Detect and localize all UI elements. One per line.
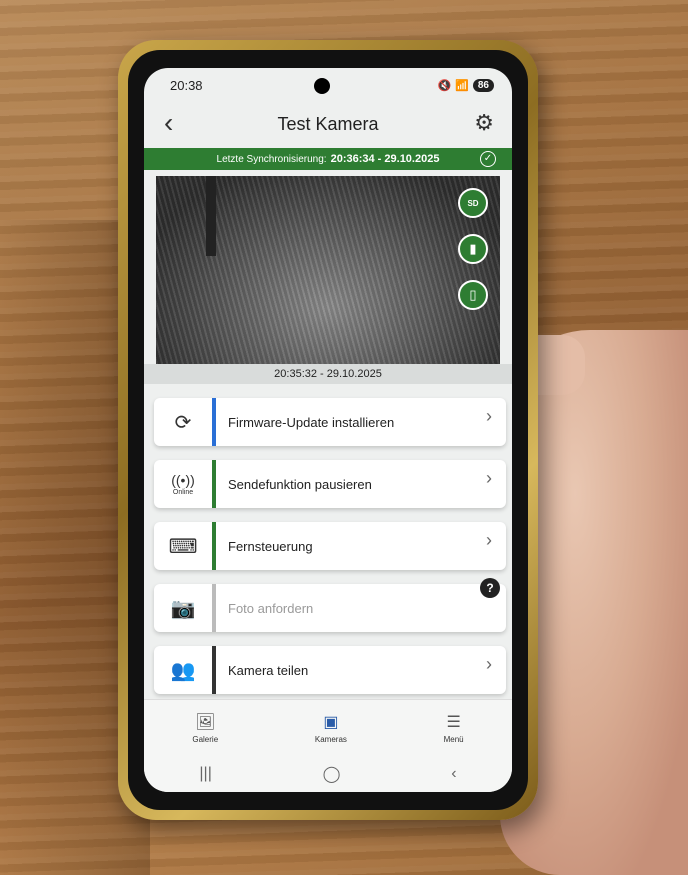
gear-icon[interactable]: ⚙ (474, 110, 494, 136)
nav-cameras[interactable]: ▣ Kameras (315, 712, 347, 744)
sync-value: 20:36:34 - 29.10.2025 (330, 153, 440, 165)
back-icon[interactable]: ‹ (451, 765, 456, 783)
chevron-right-icon: › (486, 468, 492, 488)
nav-menu[interactable]: ☰ Menü (444, 712, 464, 744)
menu-item-share-camera[interactable]: 👥 Kamera teilen › (154, 646, 506, 694)
group-icon: 👥 (170, 659, 196, 682)
status-time: 20:38 (170, 77, 203, 93)
menu-item-label: Kamera teilen (228, 662, 309, 678)
preview-tree (206, 176, 216, 256)
nav-gallery[interactable]: 🖼 Galerie (192, 712, 218, 744)
update-icon: ⟳ (174, 411, 192, 434)
remote-icon: ⌨ (168, 535, 198, 558)
phone-screen: 20:38 🔇 📶 86 ‹ Test Kamera ⚙ Letzte Sync… (144, 68, 512, 792)
help-icon[interactable]: ? (480, 578, 500, 598)
system-navigation-bar: ||| ◯ ‹ (144, 756, 512, 792)
phone: 20:38 🔇 📶 86 ‹ Test Kamera ⚙ Letzte Sync… (118, 40, 538, 820)
menu-item-label: Firmware-Update installieren (228, 414, 395, 430)
wifi-icon: 📶 (455, 79, 469, 92)
camera-device-icon: ▣ (323, 714, 339, 731)
sync-label: Letzte Synchronisierung: (216, 153, 327, 165)
menu-item-pause-transmission[interactable]: ((•)) Online Sendefunktion pausieren › (154, 460, 506, 508)
mute-icon: 🔇 (437, 79, 452, 92)
status-icons: 🔇 📶 86 (437, 78, 494, 92)
back-chevron-icon[interactable]: ‹ (164, 108, 173, 138)
camera-preview-image[interactable]: SD ▮ ▯ (156, 176, 500, 364)
chevron-right-icon: › (486, 654, 492, 674)
home-icon[interactable]: ◯ (323, 764, 341, 784)
app-header: ‹ Test Kamera ⚙ (144, 104, 512, 144)
menu-item-label: Fernsteuerung (228, 538, 313, 554)
signal-icon[interactable]: ▮ (458, 234, 488, 264)
nav-label: Menü (443, 735, 464, 744)
sync-status-bar: Letzte Synchronisierung: 20:36:34 - 29.1… (144, 148, 512, 170)
menu-item-label: Sendefunktion pausieren (228, 476, 372, 492)
hamburger-icon: ☰ (446, 714, 461, 731)
check-circle-icon: ✓ (480, 151, 496, 167)
gallery-icon: 🖼 (195, 714, 216, 731)
battery-icon[interactable]: ▯ (458, 280, 488, 310)
sd-card-label: SD (467, 198, 479, 208)
chevron-right-icon: › (486, 530, 492, 550)
online-status: Online (172, 489, 194, 496)
preview-timestamp: 20:35:32 - 29.10.2025 (144, 364, 512, 384)
phone-bezel: 20:38 🔇 📶 86 ‹ Test Kamera ⚙ Letzte Sync… (128, 50, 528, 810)
antenna-icon: ((•)) Online (171, 472, 195, 496)
menu-item-firmware-update[interactable]: ⟳ Firmware-Update installieren › (154, 398, 506, 446)
chevron-right-icon: › (486, 406, 492, 426)
bottom-navigation: 🖼 Galerie ▣ Kameras ☰ Menü (144, 699, 512, 756)
menu-item-remote-control[interactable]: ⌨ Fernsteuerung › (154, 522, 506, 570)
nav-label: Galerie (192, 735, 219, 744)
battery-indicator: 86 (472, 78, 494, 92)
menu-item-label: Foto anfordern (228, 600, 314, 616)
action-menu: ⟳ Firmware-Update installieren › ((•)) O… (154, 398, 506, 708)
page-title: Test Kamera (277, 113, 379, 134)
nav-label: Kameras (314, 735, 347, 744)
camera-icon: 📷 (170, 597, 196, 620)
menu-item-request-photo[interactable]: 📷 Foto anfordern ? (154, 578, 506, 632)
front-camera-hole (314, 78, 330, 94)
sd-card-icon[interactable]: SD (458, 188, 488, 218)
recents-icon[interactable]: ||| (199, 765, 211, 783)
